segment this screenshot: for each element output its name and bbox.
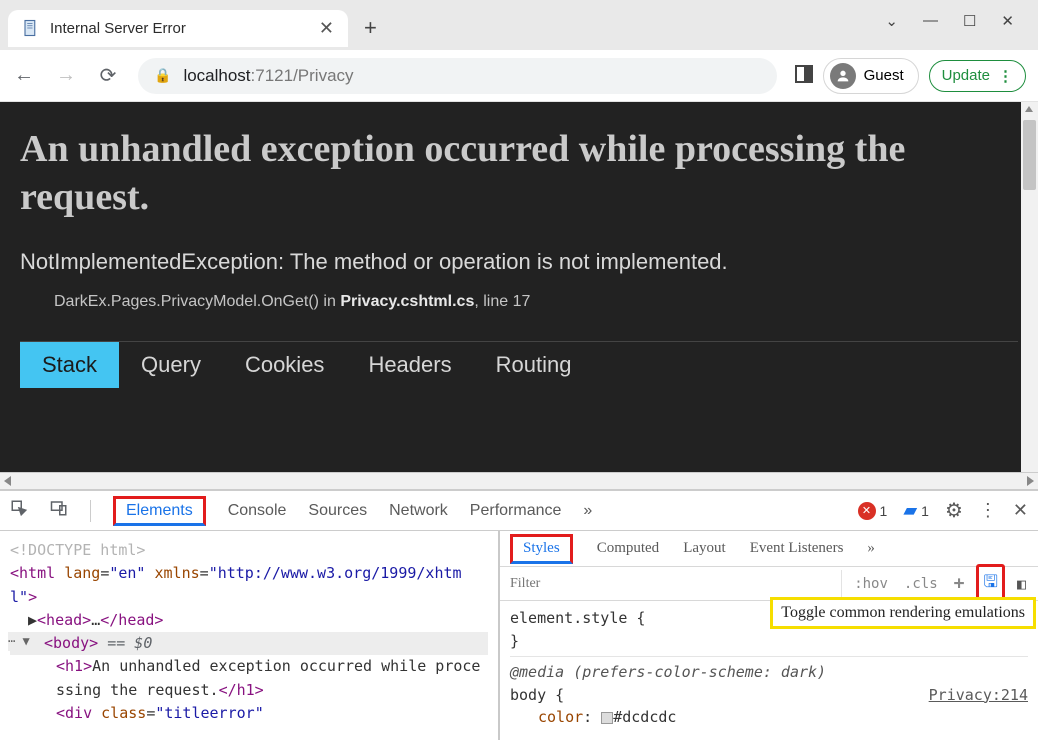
forward-button[interactable]: → <box>54 64 78 87</box>
device-toolbar-icon[interactable] <box>50 499 68 522</box>
page-vertical-scrollbar[interactable] <box>1021 102 1038 472</box>
styles-filter-input[interactable] <box>500 570 842 598</box>
tab-close-icon[interactable]: ✕ <box>319 18 334 39</box>
inspect-icon[interactable] <box>10 499 28 522</box>
dom-panel[interactable]: <!DOCTYPE html> <html lang="en" xmlns="h… <box>0 531 500 740</box>
tab-query[interactable]: Query <box>119 342 223 388</box>
reload-button[interactable]: ⟳ <box>96 63 120 88</box>
cls-toggle[interactable]: .cls <box>900 574 942 594</box>
exception-line: NotImplementedException: The method or o… <box>20 249 1018 275</box>
tab-styles[interactable]: Styles <box>510 534 573 564</box>
error-count: 1 <box>880 503 888 519</box>
devtools: Elements Console Sources Network Perform… <box>0 490 1038 740</box>
avatar-icon <box>830 63 856 89</box>
page-horizontal-scrollbar[interactable] <box>0 472 1038 490</box>
devtools-tabs: Elements Console Sources Network Perform… <box>0 491 1038 531</box>
dom-head[interactable]: ▶<head>…</head> <box>10 609 488 632</box>
rule-declaration: color: #dcdcdc <box>510 706 1028 729</box>
url-host: localhost <box>183 66 250 85</box>
side-panel-icon[interactable] <box>795 65 813 86</box>
tab-cookies[interactable]: Cookies <box>223 342 346 388</box>
window-controls: ⌄ — ☐ ✕ <box>861 0 1038 42</box>
tab-elements[interactable]: Elements <box>113 496 206 526</box>
toolbar-right: Guest Update ⋮ <box>795 58 1026 94</box>
styles-tabs: Styles Computed Layout Event Listeners » <box>500 531 1038 567</box>
color-swatch-icon[interactable] <box>601 712 613 724</box>
tab-event-listeners[interactable]: Event Listeners <box>750 540 844 557</box>
tab-layout[interactable]: Layout <box>683 540 726 557</box>
update-label: Update <box>942 67 990 84</box>
dom-html: <html lang="en" xmlns="http://www.w3.org… <box>10 562 488 609</box>
browser-toolbar: ← → ⟳ 🔒 localhost:7121/Privacy Guest Upd… <box>0 50 1038 102</box>
error-page: An unhandled exception occurred while pr… <box>0 102 1038 472</box>
stack-frame: DarkEx.Pages.PrivacyModel.OnGet() in Pri… <box>20 293 1018 311</box>
rule-body: body { Privacy:214 <box>510 684 1028 707</box>
stack-line-num: , line 17 <box>474 293 530 310</box>
browser-tab[interactable]: Internal Server Error ✕ <box>8 10 348 47</box>
hov-toggle[interactable]: :hov <box>850 574 892 594</box>
dom-doctype: <!DOCTYPE html> <box>10 539 488 562</box>
dom-h1[interactable]: <h1>An unhandled exception occurred whil… <box>10 655 488 702</box>
devtools-body: <!DOCTYPE html> <html lang="en" xmlns="h… <box>0 531 1038 740</box>
tab-console[interactable]: Console <box>228 494 287 528</box>
issues-count: 1 <box>921 503 929 519</box>
error-tabs: Stack Query Cookies Headers Routing <box>20 341 1018 388</box>
rule-media: @media (prefers-color-scheme: dark) <box>510 661 1028 684</box>
dom-body-selected[interactable]: <body> == $0 <box>10 632 488 655</box>
address-bar[interactable]: 🔒 localhost:7121/Privacy <box>138 58 777 94</box>
emulations-tooltip: Toggle common rendering emulations <box>770 597 1036 629</box>
tab-sources[interactable]: Sources <box>308 494 367 528</box>
new-tab-button[interactable]: + <box>348 15 393 41</box>
tab-network[interactable]: Network <box>389 494 448 528</box>
profile-label: Guest <box>864 67 904 84</box>
issues-badge[interactable]: ▰ <box>903 500 917 521</box>
new-rule-icon[interactable]: + <box>950 571 969 596</box>
url-path: :7121/Privacy <box>251 66 354 85</box>
profile-badge[interactable]: Guest <box>823 58 919 94</box>
close-devtools-icon[interactable]: ✕ <box>1013 500 1028 521</box>
error-heading: An unhandled exception occurred while pr… <box>20 126 1018 221</box>
styles-filter-row: :hov .cls + 🖫 ◧ <box>500 567 1038 601</box>
update-button[interactable]: Update ⋮ <box>929 60 1026 92</box>
styles-tabs-more[interactable]: » <box>867 540 875 557</box>
back-button[interactable]: ← <box>12 64 36 87</box>
error-badge[interactable]: ✕ <box>858 501 876 520</box>
styles-panel: Styles Computed Layout Event Listeners »… <box>500 531 1038 740</box>
tab-routing[interactable]: Routing <box>474 342 594 388</box>
close-window-icon[interactable]: ✕ <box>1001 12 1014 30</box>
minimize-icon[interactable]: — <box>923 12 938 30</box>
tab-performance[interactable]: Performance <box>470 494 562 528</box>
stack-file: Privacy.cshtml.cs <box>340 293 474 310</box>
rule-source-link[interactable]: Privacy:214 <box>929 684 1028 707</box>
chevron-down-icon[interactable]: ⌄ <box>885 12 898 30</box>
kebab-menu-icon[interactable]: ⋮ <box>979 500 997 521</box>
tab-computed[interactable]: Computed <box>597 540 660 557</box>
lock-icon: 🔒 <box>154 67 171 84</box>
devtools-right: ✕ 1 ▰ 1 ⚙ ⋮ ✕ <box>858 498 1028 523</box>
tabs-more[interactable]: » <box>583 494 592 528</box>
tab-stack[interactable]: Stack <box>20 342 119 388</box>
maximize-icon[interactable]: ☐ <box>963 12 976 30</box>
dom-div[interactable]: <div class="titleerror" <box>10 702 488 725</box>
stack-prefix: DarkEx.Pages.PrivacyModel.OnGet() in <box>54 293 340 310</box>
menu-dots-icon[interactable]: ⋮ <box>998 67 1013 85</box>
page-favicon-icon <box>22 19 40 37</box>
tab-headers[interactable]: Headers <box>346 342 473 388</box>
toggle-computed-sidebar-icon[interactable]: ◧ <box>1013 573 1030 595</box>
settings-icon[interactable]: ⚙ <box>945 498 963 523</box>
tab-title: Internal Server Error <box>50 20 309 37</box>
